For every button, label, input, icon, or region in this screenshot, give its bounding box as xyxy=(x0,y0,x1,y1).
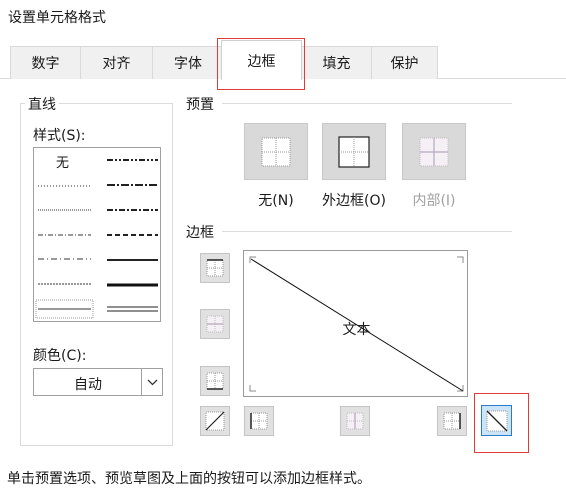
color-select-value: 自动 xyxy=(74,377,102,393)
border-bottom-icon xyxy=(206,372,224,390)
border-inside-vertical-button[interactable] xyxy=(340,406,370,436)
border-left-icon xyxy=(250,412,268,430)
tab-border[interactable]: 边框 xyxy=(221,40,302,80)
tab-fill[interactable]: 填充 xyxy=(301,46,372,79)
tab-alignment[interactable]: 对齐 xyxy=(80,46,153,79)
border-left-button[interactable] xyxy=(244,406,274,436)
tab-number[interactable]: 数字 xyxy=(10,46,81,79)
preset-none-icon xyxy=(261,137,291,166)
tab-protection[interactable]: 保护 xyxy=(371,46,438,79)
line-style-options[interactable] xyxy=(34,148,162,323)
border-diagonal-down-button[interactable] xyxy=(481,405,512,436)
footer-hint: 单击预置选项、预览草图及上面的按钮可以添加边框样式。 xyxy=(7,471,371,487)
preset-none-label: 无(N) xyxy=(258,193,294,209)
preset-outline-label: 外边框(O) xyxy=(322,193,386,209)
border-diagonal-up-icon xyxy=(205,411,225,431)
border-title: 边框 xyxy=(186,225,214,241)
preset-outline-icon xyxy=(338,135,370,168)
tab-font[interactable]: 字体 xyxy=(152,46,224,79)
preview-text: 文本 xyxy=(342,322,371,338)
border-divider xyxy=(222,231,512,232)
border-preview[interactable]: 文本 xyxy=(243,250,468,397)
border-top-icon xyxy=(206,259,224,277)
color-label: 颜色(C): xyxy=(33,348,87,364)
line-style-label: 样式(S): xyxy=(33,128,86,144)
preset-inside-icon xyxy=(419,137,449,166)
color-select[interactable]: 自动 xyxy=(33,368,163,396)
border-inside-horizontal-button[interactable] xyxy=(200,309,230,339)
preset-inside-button xyxy=(402,123,466,180)
border-right-icon xyxy=(443,412,461,430)
presets-title: 预置 xyxy=(186,97,214,113)
chevron-down-icon[interactable] xyxy=(141,369,162,395)
presets-divider xyxy=(222,103,512,104)
border-bottom-button[interactable] xyxy=(200,366,230,396)
line-style-list[interactable]: 无 xyxy=(33,147,161,322)
border-inside-vertical-icon xyxy=(346,412,364,430)
border-inside-horizontal-icon xyxy=(206,315,224,333)
preset-outline-button[interactable] xyxy=(322,123,386,180)
border-diagonal-up-button[interactable] xyxy=(200,406,230,436)
border-right-button[interactable] xyxy=(437,406,467,436)
dialog-title: 设置单元格格式 xyxy=(8,10,106,26)
line-group-title: 直线 xyxy=(25,94,59,114)
preset-inside-label: 内部(I) xyxy=(412,193,456,209)
border-diagonal-down-icon xyxy=(486,410,507,431)
preset-none-button[interactable] xyxy=(244,123,308,180)
border-top-button[interactable] xyxy=(200,253,230,283)
